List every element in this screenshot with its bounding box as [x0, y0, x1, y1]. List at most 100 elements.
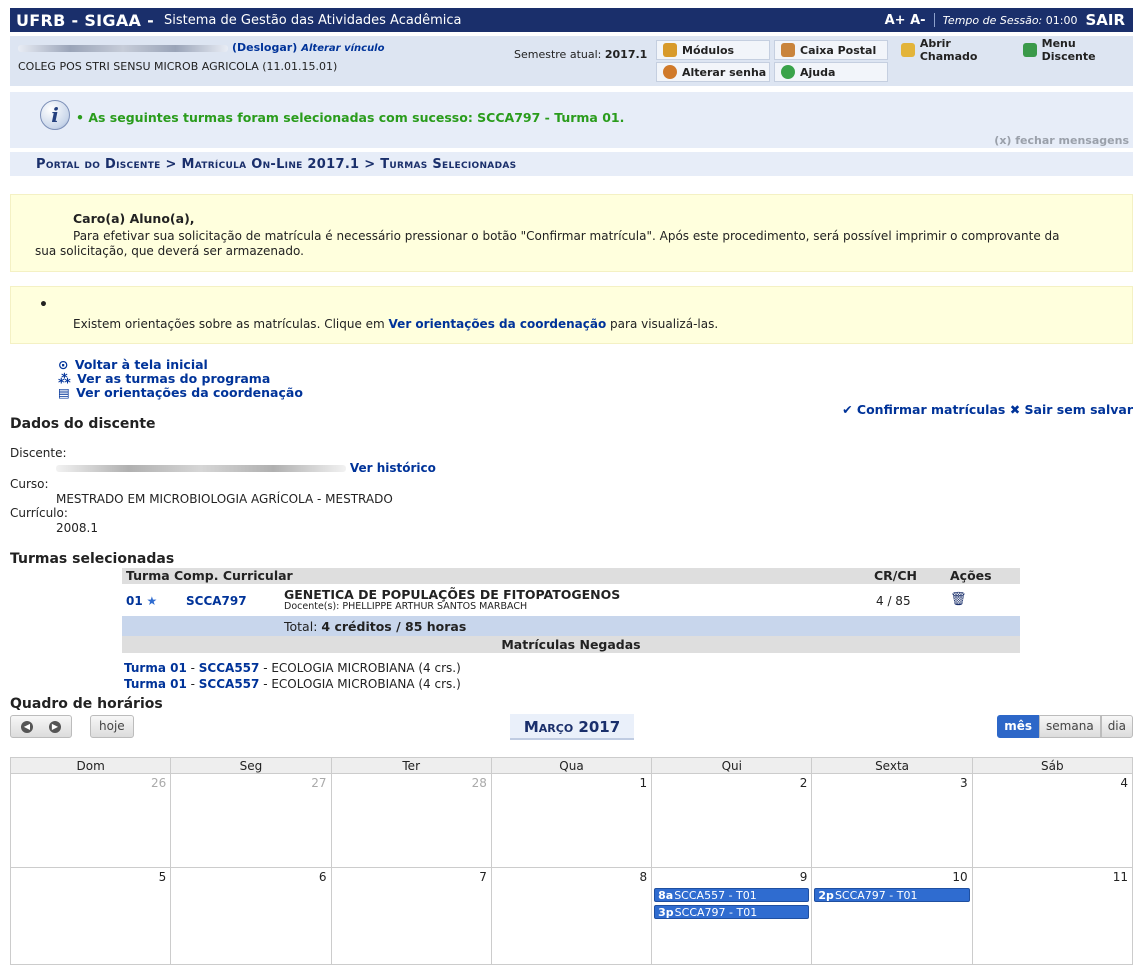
session-timer: Tempo de Sessão: 01:00 [942, 13, 1078, 27]
turma-cell: 01 ★ [126, 594, 157, 608]
calendar-day[interactable]: 2 [652, 774, 813, 867]
form-actions: ✔ Confirmar matrículas ✖ Sair sem salvar [842, 402, 1133, 417]
document-icon: ▤ [58, 385, 70, 400]
list-item: Turma 01 - SCCA557 - ECOLOGIA MICROBIANA… [124, 677, 461, 691]
weekday: Dom [11, 758, 172, 773]
calendar-day[interactable]: 8 [492, 868, 653, 964]
col-crch: CR/CH [874, 568, 917, 583]
orientation-notice: • Existem orientações sobre as matrícula… [10, 286, 1133, 344]
logout-button[interactable]: SAIR [1085, 11, 1125, 29]
calendar-day[interactable]: 26 [11, 774, 172, 867]
weekday: Qua [492, 758, 653, 773]
modules-icon [663, 43, 677, 57]
negada-turma-link[interactable]: Turma 01 [124, 661, 187, 675]
alterar-vinculo-link[interactable]: Alterar vínculo [301, 43, 384, 54]
weekday-header: Dom Seg Ter Qua Qui Sexta Sáb [11, 758, 1132, 774]
turma-link[interactable]: 01 [126, 594, 143, 608]
calendar-day[interactable]: 10 2pSCCA797 - T01 [812, 868, 973, 964]
negada-code-link[interactable]: SCCA557 [199, 661, 260, 675]
calendar-day[interactable]: 9 8aSCCA557 - T01 3pSCCA797 - T01 [652, 868, 813, 964]
close-icon: ✖ [1009, 402, 1021, 417]
historico-link[interactable]: Ver histórico [350, 461, 436, 475]
message-bar: i • As seguintes turmas foram selecionad… [10, 92, 1133, 148]
close-messages-link[interactable]: (x) fechar mensagens [994, 134, 1129, 147]
view-day-button[interactable]: dia [1100, 715, 1133, 738]
total-row: Total: 4 créditos / 85 horas [122, 616, 1020, 636]
calendar-day[interactable]: 3 [812, 774, 973, 867]
voltar-link[interactable]: ⊙ Voltar à tela inicial [58, 358, 303, 372]
confirmar-button[interactable]: ✔ Confirmar matrículas [842, 402, 1005, 417]
notice-title: Caro(a) Aluno(a), [73, 211, 195, 226]
calendar-day[interactable]: 7 [332, 868, 492, 964]
curso-label: Curso: [10, 477, 49, 491]
weekday: Qui [652, 758, 813, 773]
today-button[interactable]: hoje [90, 715, 134, 738]
menu-discente-button[interactable]: Menu Discente [1016, 37, 1132, 63]
view-month-button[interactable]: mês [997, 715, 1040, 738]
next-icon[interactable]: ▶ [49, 721, 61, 733]
divider [933, 13, 935, 27]
mailbox-icon [781, 43, 795, 57]
curriculo-value: 2008.1 [56, 521, 98, 535]
calendar-day[interactable]: 1 [492, 774, 653, 867]
calendar-event[interactable]: 8aSCCA557 - T01 [654, 888, 810, 902]
orientation-link[interactable]: Ver orientações da coordenação [389, 317, 607, 331]
info-icon: i [40, 100, 70, 130]
check-circle-icon: ✔ [842, 402, 853, 417]
weekday: Seg [171, 758, 332, 773]
deslogar-link[interactable]: (Deslogar) [232, 41, 297, 54]
back-circle-icon: ⊙ [58, 357, 69, 372]
calendar-day[interactable]: 11 [973, 868, 1132, 964]
view-switcher: mês semana dia [997, 715, 1133, 738]
star-icon: ★ [146, 594, 158, 608]
orientacoes-link[interactable]: ▤ Ver orientações da coordenação [58, 386, 303, 400]
col-turma: Turma [126, 568, 170, 583]
sair-sem-salvar-button[interactable]: ✖ Sair sem salvar [1010, 402, 1133, 417]
negada-turma-link[interactable]: Turma 01 [124, 677, 187, 691]
success-message: • As seguintes turmas foram selecionadas… [76, 110, 625, 125]
alterar-senha-button[interactable]: Alterar senha [656, 62, 770, 82]
trash-icon[interactable]: 🗑 [950, 592, 967, 607]
redacted-username [18, 44, 228, 52]
view-week-button[interactable]: semana [1039, 715, 1101, 738]
list-item: Turma 01 - SCCA557 - ECOLOGIA MICROBIANA… [124, 661, 461, 675]
user-key-icon [663, 65, 677, 79]
calendar-event[interactable]: 2pSCCA797 - T01 [814, 888, 970, 902]
course-name: GENETICA DE POPULAÇÕES DE FITOPATOGENOS [284, 587, 621, 602]
caixa-postal-button[interactable]: Caixa Postal [774, 40, 888, 60]
calendar-day[interactable]: 5 [11, 868, 172, 964]
app-brand: UFRB - SIGAA - [16, 10, 155, 30]
calendar-day[interactable]: 4 [973, 774, 1132, 867]
weekday: Sexta [812, 758, 973, 773]
table-header: Turma Comp. Curricular CR/CH Ações [122, 568, 1020, 584]
month-title: Março 2017 [510, 714, 634, 740]
help-icon [781, 65, 795, 79]
calendar-day[interactable]: 6 [171, 868, 332, 964]
abrir-chamado-button[interactable]: Abrir Chamado [894, 37, 1012, 63]
prev-next-buttons: ◀ ▶ [10, 715, 72, 738]
negadas-list: Turma 01 - SCCA557 - ECOLOGIA MICROBIANA… [124, 660, 461, 692]
curriculo-label: Currículo: [10, 506, 68, 520]
prev-icon[interactable]: ◀ [21, 721, 33, 733]
calendar-title: Quadro de horários [10, 696, 163, 712]
calendar-week: 5 6 7 8 9 8aSCCA557 - T01 3pSCCA797 - T0… [11, 868, 1132, 964]
system-name: Sistema de Gestão das Atividades Acadêmi… [164, 12, 462, 28]
font-size-controls[interactable]: A+ A- [885, 13, 926, 28]
turmas-programa-link[interactable]: ⁂ Ver as turmas do programa [58, 372, 303, 386]
sitemap-icon: ⁂ [58, 371, 71, 386]
negada-code-link[interactable]: SCCA557 [199, 677, 260, 691]
notice-body: Para efetivar sua solicitação de matrícu… [35, 229, 1060, 258]
code-link[interactable]: SCCA797 [186, 594, 247, 608]
ajuda-button[interactable]: Ajuda [774, 62, 888, 82]
megaphone-icon [901, 43, 915, 57]
modulos-button[interactable]: Módulos [656, 40, 770, 60]
col-comp: Comp. Curricular [174, 568, 293, 583]
calendar-day[interactable]: 27 [171, 774, 332, 867]
calendar-day[interactable]: 28 [332, 774, 492, 867]
docente: Docente(s): PHELLIPPE ARTHUR SANTOS MARB… [284, 601, 528, 612]
negadas-header: Matrículas Negadas [122, 636, 1020, 653]
calendar-event[interactable]: 3pSCCA797 - T01 [654, 905, 810, 919]
calendar-week: 26 27 28 1 2 3 4 [11, 774, 1132, 868]
user-info: (Deslogar) Alterar vínculo [18, 41, 384, 54]
dados-title: Dados do discente [10, 416, 156, 432]
